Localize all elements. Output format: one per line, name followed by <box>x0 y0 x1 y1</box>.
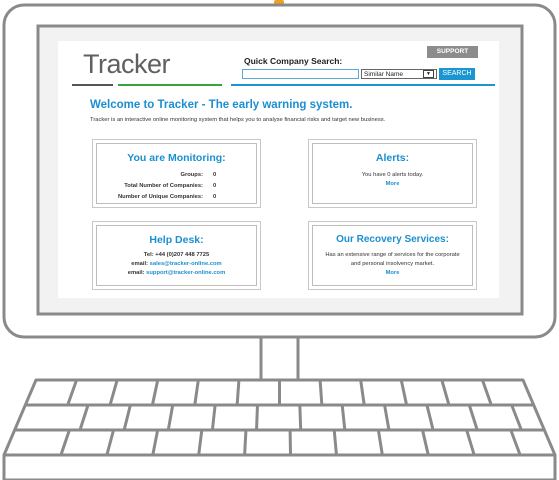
alerts-panel: Alerts: You have 0 alerts today. More <box>308 139 477 208</box>
recovery-panel-inner: Our Recovery Services: Has an extensive … <box>312 225 473 286</box>
quick-search-label: Quick Company Search: <box>244 56 343 66</box>
helpdesk-panel: Help Desk: Tel: +44 (0)207 448 7725 emai… <box>92 221 261 290</box>
alerts-text: You have 0 alerts today. <box>361 172 424 178</box>
recovery-panel: Our Recovery Services: Has an extensive … <box>308 221 477 290</box>
key-separator <box>255 404 259 431</box>
email-label: email: <box>127 270 145 276</box>
tracker-logo[interactable]: Tracker <box>83 49 171 80</box>
sales-email-link[interactable]: sales@tracker-online.com <box>150 261 222 267</box>
support-button[interactable]: SUPPORT <box>427 46 478 58</box>
total-companies-label: Total Number of Companies: <box>124 183 203 189</box>
key-separator <box>235 379 241 406</box>
web-page: Tracker SUPPORT Quick Company Search: Si… <box>58 41 499 298</box>
helpdesk-email-sales: email: sales@tracker-online.com <box>97 261 256 267</box>
email-label: email: <box>131 261 149 267</box>
key-separator <box>318 379 324 406</box>
monitoring-panel: You are Monitoring: Groups: 0 Total Numb… <box>92 139 261 208</box>
groups-value: 0 <box>213 172 217 178</box>
match-type-value: Similar Name <box>364 70 404 78</box>
intro-text: Tracker is an interactive online monitor… <box>90 117 386 123</box>
unique-companies-value: 0 <box>213 194 217 200</box>
recovery-more-link[interactable]: More <box>313 270 472 276</box>
company-search-input[interactable] <box>242 69 359 79</box>
monitoring-title: You are Monitoring: <box>127 152 226 164</box>
key-separator <box>243 429 248 456</box>
welcome-title: Welcome to Tracker - The early warning s… <box>90 99 353 111</box>
recovery-title: Our Recovery Services: <box>336 234 449 245</box>
recovery-text-line1: Has an extensive range of services for t… <box>325 252 460 258</box>
helpdesk-email-support: email: support@tracker-online.com <box>97 270 256 276</box>
monitoring-panel-inner: You are Monitoring: Groups: 0 Total Numb… <box>96 143 257 204</box>
logo-underline-dark <box>72 84 113 86</box>
recovery-text-line2: and personal insolvency market. <box>350 261 435 267</box>
groups-label: Groups: <box>180 172 203 178</box>
chevron-down-icon: ▼ <box>423 70 434 78</box>
search-button[interactable]: SEARCH <box>439 68 475 80</box>
logo-underline-green <box>118 84 222 86</box>
helpdesk-title: Help Desk: <box>149 234 204 246</box>
unique-companies-label: Number of Unique Companies: <box>117 194 203 200</box>
alerts-more-link[interactable]: More <box>313 181 472 187</box>
support-email-link[interactable]: support@tracker-online.com <box>146 270 225 276</box>
helpdesk-panel-inner: Help Desk: Tel: +44 (0)207 448 7725 emai… <box>96 225 257 286</box>
key-separator <box>298 404 303 431</box>
helpdesk-tel: Tel: +44 (0)207 448 7725 <box>143 252 210 258</box>
alerts-panel-inner: Alerts: You have 0 alerts today. More <box>312 143 473 204</box>
total-companies-value: 0 <box>213 183 217 189</box>
alerts-title: Alerts: <box>375 152 410 164</box>
header-underline-blue <box>231 84 495 86</box>
match-type-select[interactable]: Similar Name ▼ <box>361 69 437 79</box>
